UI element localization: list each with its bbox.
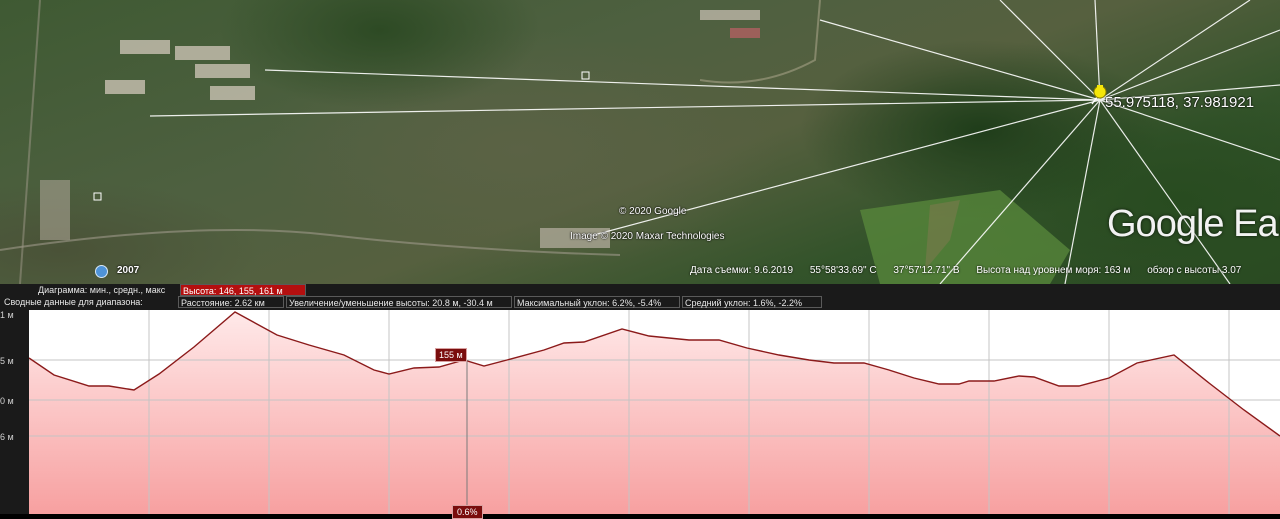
marker-icon[interactable] [93,192,102,201]
google-earth-logo: Google Ear [1107,203,1280,245]
building [105,80,145,94]
cursor-slope-badge: 0.6% [452,505,483,519]
height-summary[interactable]: Высота: 146, 155, 161 м [180,284,306,296]
diagram-label: Диаграмма: мин., средн., макс [38,285,166,295]
elevation-plot[interactable] [29,310,1280,514]
status-bar: Дата съемки: 9.6.2019 55°58'33.69" С 37°… [690,265,1255,276]
history-year[interactable]: 2007 [117,265,139,276]
building [700,10,760,20]
road [19,0,41,284]
building [210,86,255,100]
elevation-chart[interactable] [29,310,1280,514]
map-copyright-google: © 2020 Google [619,206,687,217]
clock-icon[interactable] [95,265,108,278]
longitude: 37°57'12.71" В [893,265,960,276]
y-tick-label: 1 м [0,310,14,320]
elevation-area [29,312,1280,514]
map-copyright-imagery: Image © 2020 Maxar Technologies [570,231,725,242]
marker-icon[interactable] [581,71,590,80]
y-tick-label: 5 м [0,356,14,366]
capture-date: Дата съемки: 9.6.2019 [690,265,794,276]
avg-slope[interactable]: Средний уклон: 1.6%, -2.2% [682,296,822,308]
elevation-gain-loss[interactable]: Увеличение/уменьшение высоты: 20.8 м, -3… [286,296,512,308]
summary-label: Сводные данные для диапазона: [4,297,143,307]
distance[interactable]: Расстояние: 2.62 км [178,296,284,308]
y-tick-label: 0 м [0,396,14,406]
building [120,40,170,54]
building [195,64,250,78]
placemark-label[interactable]: 55.975118, 37.981921 [1105,94,1254,111]
y-tick-label: 6 м [0,432,14,442]
ground-elevation: Высота над уровнем моря: 163 м [976,265,1131,276]
latitude: 55°58'33.69" С [809,265,877,276]
cursor-elevation-badge: 155 м [435,348,467,362]
max-slope[interactable]: Максимальный уклон: 6.2%, -5.4% [514,296,680,308]
building [730,28,760,38]
building [175,46,230,60]
road [0,229,621,256]
map-view[interactable]: © 2020 Google Image © 2020 Maxar Technol… [0,0,1280,284]
eye-altitude: обзор с высоты 3.07 [1147,265,1242,276]
building [40,180,70,240]
